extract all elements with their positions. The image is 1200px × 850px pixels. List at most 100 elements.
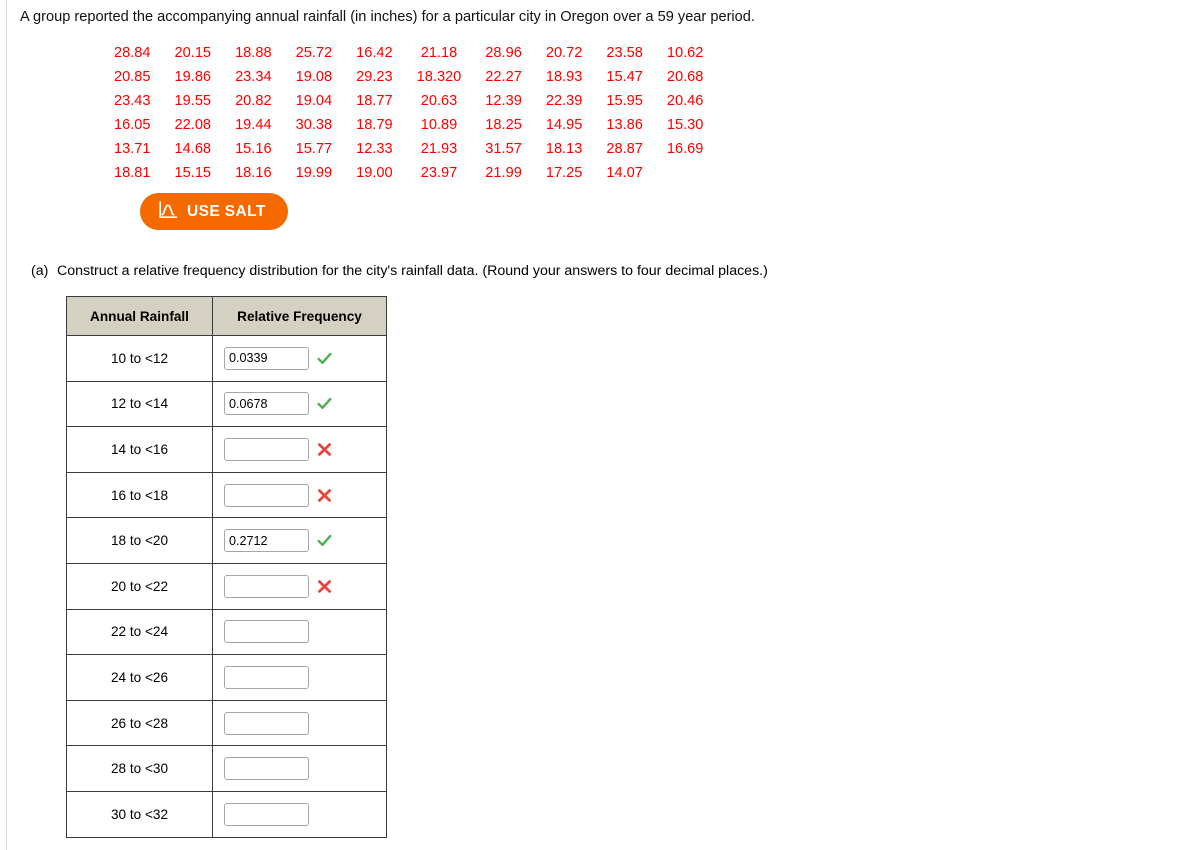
rainfall-bin-label: 20 to <22 — [66, 562, 213, 610]
rainfall-value: 15.47 — [606, 69, 643, 85]
table-row: 16 to <18 — [66, 471, 387, 519]
rainfall-value: 20.46 — [666, 93, 704, 109]
rainfall-value: 13.71 — [114, 141, 151, 157]
relative-frequency-cell — [212, 471, 387, 519]
relative-frequency-table-head: Annual Rainfall Relative Frequency — [66, 296, 387, 336]
use-salt-label: USE SALT — [187, 202, 266, 220]
relative-frequency-input[interactable] — [224, 665, 309, 689]
relative-frequency-cell — [212, 562, 387, 610]
rainfall-value: 15.16 — [235, 141, 272, 157]
answer-wrapper — [224, 802, 386, 826]
rainfall-row: 28.84 20.15 18.88 25.72 16.42 21.18 28.96 20.72… — [114, 41, 715, 65]
page-left-rule — [6, 0, 7, 850]
answer-wrapper — [224, 757, 386, 781]
relative-frequency-cell — [212, 380, 387, 428]
relative-frequency-cell — [212, 699, 387, 747]
relative-frequency-cell — [212, 654, 387, 701]
rainfall-value: 19.08 — [295, 69, 333, 85]
table-row: 18 to <20 — [66, 517, 387, 564]
rainfall-row: 18.81 15.15 18.16 19.99 19.00 23.97 21.99 17.25… — [114, 161, 715, 185]
table-row: 10 to <12 — [66, 335, 387, 382]
rainfall-value: 23.97 — [420, 165, 458, 181]
rainfall-value: 21.99 — [485, 165, 522, 181]
relative-frequency-input[interactable] — [224, 802, 309, 826]
part-a-prompt: (a) Construct a relative frequency distri… — [31, 262, 768, 280]
rainfall-bin-label: 18 to <20 — [66, 517, 213, 564]
rainfall-value: 22.39 — [545, 93, 583, 109]
rainfall-value: 19.44 — [235, 117, 272, 133]
relative-frequency-input[interactable] — [224, 529, 309, 553]
rainfall-value: 18.13 — [545, 141, 583, 157]
column-header-relative-frequency: Relative Frequency — [212, 296, 387, 336]
rainfall-row: 16.05 22.08 19.44 30.38 18.79 10.89 18.25 14.95… — [114, 113, 715, 137]
relative-frequency-cell — [212, 790, 387, 838]
relative-frequency-input[interactable] — [224, 757, 309, 781]
part-a-letter: (a) — [31, 263, 49, 279]
answer-wrapper — [224, 392, 386, 416]
rainfall-value: 16.69 — [666, 141, 704, 157]
relative-frequency-input[interactable] — [224, 711, 309, 735]
answer-wrapper — [224, 711, 386, 735]
rainfall-value: 12.33 — [356, 141, 393, 157]
relative-frequency-input[interactable] — [224, 392, 309, 416]
rainfall-value: 21.93 — [420, 141, 458, 157]
relative-frequency-input[interactable] — [224, 437, 309, 461]
distribution-curve-icon — [158, 200, 178, 223]
rainfall-value: 15.30 — [666, 117, 704, 133]
rainfall-value: 18.88 — [235, 45, 272, 61]
rainfall-value: 20.63 — [420, 93, 458, 109]
rainfall-bin-label: 12 to <14 — [66, 380, 213, 428]
correct-check-icon — [317, 534, 332, 547]
answer-wrapper — [224, 437, 386, 461]
table-row: 14 to <16 — [66, 426, 387, 473]
relative-frequency-input[interactable] — [224, 346, 309, 370]
rainfall-value: 18.93 — [545, 69, 583, 85]
rainfall-value: 22.08 — [174, 117, 212, 133]
rainfall-value: 16.05 — [114, 117, 151, 133]
relative-frequency-input[interactable] — [224, 574, 309, 598]
rainfall-value: 12.39 — [485, 93, 522, 109]
rainfall-value: 21.18 — [420, 45, 458, 61]
relative-frequency-table: Annual Rainfall Relative Frequency 10 to… — [66, 296, 387, 838]
incorrect-cross-icon — [318, 443, 331, 456]
rainfall-value: 23.43 — [114, 93, 151, 109]
rainfall-value: 19.00 — [356, 165, 393, 181]
relative-frequency-cell — [212, 335, 387, 382]
rainfall-value: 30.38 — [295, 117, 333, 133]
rainfall-data-body: 28.84 20.15 18.88 25.72 16.42 21.18 28.96 20.72… — [114, 41, 715, 185]
table-row: 26 to <28 — [66, 699, 387, 747]
table-header-row: Annual Rainfall Relative Frequency — [66, 296, 387, 336]
rainfall-value: 18.25 — [485, 117, 522, 133]
rainfall-value: 13.86 — [606, 117, 643, 133]
rainfall-row: 23.43 19.55 20.82 19.04 18.77 20.63 12.39 22.39… — [114, 89, 715, 113]
rainfall-value: 25.72 — [295, 45, 333, 61]
answer-wrapper — [224, 574, 386, 598]
incorrect-cross-icon — [318, 488, 331, 502]
rainfall-bin-label: 16 to <18 — [66, 471, 213, 519]
rainfall-value: 29.23 — [356, 69, 393, 85]
answer-wrapper — [224, 529, 386, 553]
relative-frequency-cell — [212, 608, 387, 656]
use-salt-button[interactable]: USE SALT — [140, 193, 288, 230]
rainfall-value: 15.77 — [295, 141, 333, 157]
rainfall-value: 19.86 — [174, 69, 212, 85]
rainfall-bin-label: 14 to <16 — [66, 426, 213, 473]
table-row: 30 to <32 — [66, 790, 387, 838]
relative-frequency-input[interactable] — [224, 620, 309, 644]
rainfall-value: 20.85 — [114, 69, 151, 85]
table-row: 20 to <22 — [66, 562, 387, 610]
column-header-annual-rainfall: Annual Rainfall — [66, 296, 213, 336]
rainfall-value: 22.27 — [485, 69, 522, 85]
relative-frequency-input[interactable] — [224, 483, 309, 507]
rainfall-value: 20.72 — [545, 45, 583, 61]
table-row: 22 to <24 — [66, 608, 387, 656]
rainfall-data-grid: 28.84 20.15 18.88 25.72 16.42 21.18 28.96 20.72… — [114, 41, 715, 185]
rainfall-value: 18.16 — [235, 165, 272, 181]
rainfall-value: 14.68 — [174, 141, 212, 157]
rainfall-value: 10.62 — [666, 45, 704, 61]
rainfall-value: 18.77 — [356, 93, 393, 109]
problem-intro-text: A group reported the accompanying annual… — [20, 9, 755, 25]
rainfall-value: 28.96 — [485, 45, 522, 61]
rainfall-bin-label: 30 to <32 — [66, 790, 213, 838]
table-row: 24 to <26 — [66, 654, 387, 701]
